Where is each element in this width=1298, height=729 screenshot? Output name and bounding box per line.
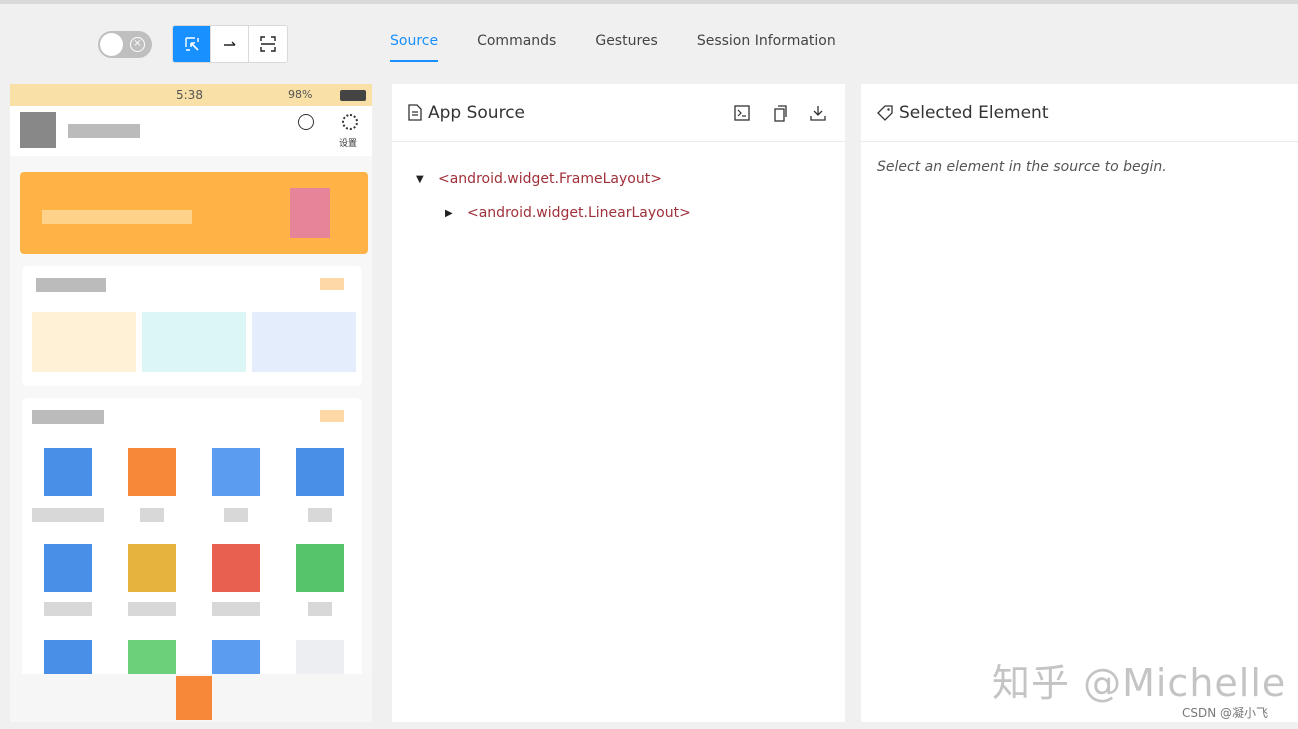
- app-label: [224, 508, 248, 522]
- chat-icon: [298, 114, 314, 130]
- app-header: 设置: [10, 106, 372, 156]
- feature-tile: [32, 312, 136, 372]
- app-source-header: App Source: [392, 84, 845, 142]
- download-icon[interactable]: [809, 104, 827, 122]
- app-icon[interactable]: [128, 448, 176, 496]
- avatar: [20, 112, 56, 148]
- app-label: [44, 602, 92, 616]
- tab-gestures[interactable]: Gestures: [595, 0, 657, 64]
- select-elements-button[interactable]: [173, 26, 211, 62]
- grid-more: [320, 410, 344, 422]
- app-label: [308, 508, 332, 522]
- banner-text: [42, 210, 192, 224]
- bottom-nav-center-icon[interactable]: [176, 676, 212, 720]
- file-icon: [408, 104, 422, 121]
- feature-tile: [252, 312, 356, 372]
- status-battery-text: 98%: [288, 88, 313, 101]
- app-label: [308, 602, 332, 616]
- copy-icon[interactable]: [771, 104, 789, 122]
- app-icon[interactable]: [296, 448, 344, 496]
- device-status-bar: 5:38 98%: [10, 84, 372, 106]
- caret-down-icon[interactable]: ▼: [416, 174, 426, 185]
- status-time: 5:38: [176, 88, 203, 102]
- username-placeholder: [68, 124, 140, 138]
- selected-element-hint: Select an element in the source to begin…: [877, 159, 1167, 175]
- selected-element-header: Selected Element: [861, 84, 1298, 142]
- app-icon[interactable]: [44, 544, 92, 592]
- tree-node-linearlayout[interactable]: ▶ <android.widget.LinearLayout>: [416, 196, 845, 230]
- app-source-panel: App Source ▼ <android.widget.FrameLayout…: [392, 84, 845, 722]
- settings-label: 设置: [339, 139, 358, 149]
- selected-element-panel: Selected Element Select an element in th…: [861, 84, 1298, 722]
- watermark: 知乎 @Michelle: [992, 661, 1287, 705]
- app-icon[interactable]: [44, 448, 92, 496]
- watermark-csdn: CSDN @凝小飞: [1182, 706, 1269, 720]
- app-icon[interactable]: [296, 544, 344, 592]
- swipe-arrow-icon: [223, 41, 235, 46]
- terminal-icon[interactable]: [733, 104, 751, 122]
- tap-by-coordinates-icon: [260, 36, 276, 52]
- app-label: [212, 602, 260, 616]
- app-label: [128, 602, 176, 616]
- tap-coordinates-button[interactable]: [249, 26, 287, 62]
- card-title: [36, 278, 106, 292]
- banner-image: [290, 188, 330, 238]
- app-icon[interactable]: [212, 544, 260, 592]
- app-source-actions: [733, 104, 827, 122]
- app-source-title: App Source: [428, 102, 526, 123]
- promo-banner: [20, 172, 368, 254]
- close-circle-icon: ×: [130, 37, 145, 52]
- card-more: [320, 278, 344, 290]
- tree-node-label[interactable]: <android.widget.FrameLayout>: [438, 171, 662, 187]
- settings-gear-icon: [342, 114, 358, 130]
- grid-title: [32, 410, 104, 424]
- tag-icon: [877, 104, 893, 121]
- app-label: [32, 508, 104, 522]
- app-icon[interactable]: [128, 544, 176, 592]
- inspector-tool-group: [172, 25, 288, 63]
- feature-tile: [142, 312, 246, 372]
- tab-session-information[interactable]: Session Information: [697, 0, 836, 64]
- tab-source[interactable]: Source: [390, 0, 439, 64]
- select-elements-icon: [184, 37, 199, 51]
- toggle-knob: [100, 33, 123, 56]
- tree-node-label[interactable]: <android.widget.LinearLayout>: [467, 205, 691, 221]
- source-tree: ▼ <android.widget.FrameLayout> ▶ <androi…: [392, 142, 845, 230]
- app-icon[interactable]: [212, 448, 260, 496]
- selected-element-title: Selected Element: [899, 102, 1049, 123]
- feature-card: [22, 266, 362, 386]
- app-label: [140, 508, 164, 522]
- swipe-button[interactable]: [211, 26, 249, 62]
- battery-icon: [340, 90, 366, 101]
- inspector-tabs: Source Commands Gestures Session Informa…: [390, 0, 875, 64]
- caret-right-icon[interactable]: ▶: [445, 208, 455, 219]
- tree-node-framelayout[interactable]: ▼ <android.widget.FrameLayout>: [416, 162, 845, 196]
- device-screenshot[interactable]: 5:38 98% 设置: [10, 84, 372, 722]
- tab-commands[interactable]: Commands: [477, 0, 556, 64]
- native-mode-toggle[interactable]: ×: [98, 31, 152, 58]
